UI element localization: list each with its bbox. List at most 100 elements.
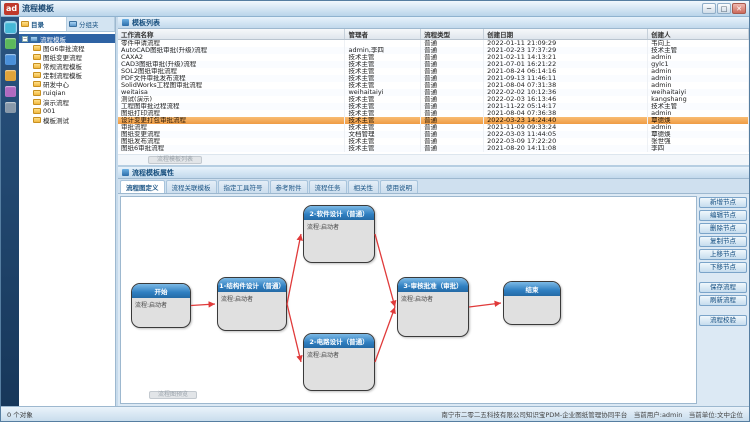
- column-header[interactable]: 管理者: [345, 29, 421, 40]
- home-icon[interactable]: [5, 22, 16, 33]
- tree-tab-label: 目录: [31, 19, 44, 29]
- side-button[interactable]: 新增节点: [699, 197, 747, 208]
- table-row[interactable]: weitaisaweihaitaiyi普通2022-02-02 10:12:36…: [118, 89, 749, 96]
- table-row[interactable]: CAXA2技术主管普通2021-02-11 14:13:21admin: [118, 54, 749, 61]
- table-cell: 普通: [421, 75, 484, 82]
- side-button[interactable]: 下移节点: [699, 262, 747, 273]
- table-row[interactable]: 图纸变更流程文档管理普通2022-03-03 11:44:05覃德焕: [118, 131, 749, 138]
- tree-item[interactable]: ruiqian: [19, 88, 115, 97]
- side-button[interactable]: 编辑节点: [699, 210, 747, 221]
- tree-item[interactable]: 图纸变更流程: [19, 52, 115, 61]
- mail-icon[interactable]: [5, 70, 16, 81]
- tree-item-label: 常规流程模板: [43, 61, 82, 70]
- flow-node-body: 流程:启动者: [132, 298, 190, 327]
- side-button[interactable]: 保存流程: [699, 282, 747, 293]
- folder-icon: [33, 54, 41, 60]
- table-cell: 普通: [421, 89, 484, 96]
- table-cell: 图纸发布流程: [118, 138, 345, 145]
- table-row[interactable]: CAD3图纸审批(升级)流程技术主管普通2021-07-01 16:21:22g…: [118, 61, 749, 68]
- table-cell: 技术主管: [345, 54, 421, 61]
- expander-icon[interactable]: −: [22, 36, 28, 42]
- table-row[interactable]: 工程图审批过程流程技术主管普通2021-11-22 05:14:17技术主管: [118, 103, 749, 110]
- tab-1[interactable]: 流程关联模板: [166, 180, 217, 193]
- table-body: 零件申请流程普通2022-01-11 21:09:29韦向上AutoCAD图纸审…: [118, 40, 749, 153]
- chart-icon[interactable]: [5, 54, 16, 65]
- tree-item[interactable]: 定制流程模板: [19, 70, 115, 79]
- tree-item[interactable]: 常规流程模板: [19, 61, 115, 70]
- column-header[interactable]: 流程类型: [421, 29, 484, 40]
- table-row[interactable]: PDF文件审批发布流程技术主管普通2021-09-13 11:46:11admi…: [118, 75, 749, 82]
- close-button[interactable]: ✕: [732, 3, 746, 14]
- tab-4[interactable]: 流程任务: [309, 180, 347, 193]
- app-window: ad 流程模板 ─ □ ✕ 目录 分组夹 − 流程模板图G6审批流程图纸变更流程常规…: [0, 0, 750, 422]
- table-cell: 审批流程: [118, 124, 345, 131]
- table-cell: 图纸打印流程: [118, 110, 345, 117]
- tree-item[interactable]: 研发中心: [19, 79, 115, 88]
- user-icon[interactable]: [5, 86, 16, 97]
- monitor-icon[interactable]: [5, 38, 16, 49]
- tab-0[interactable]: 流程图定义: [120, 180, 165, 193]
- tab-5[interactable]: 相关性: [348, 180, 380, 193]
- template-table: 工作流名称管理者流程类型创建日期创建人 零件申请流程普通2022-01-11 2…: [118, 29, 749, 152]
- table-row[interactable]: SOL2图纸审批流程技术主管普通2021-08-24 06:14:16admin: [118, 68, 749, 75]
- tab-2[interactable]: 指定工具符号: [218, 180, 269, 193]
- flow-node[interactable]: 开始流程:启动者: [131, 283, 191, 328]
- tree-tab-1[interactable]: 分组夹: [67, 17, 115, 31]
- column-header[interactable]: 工作流名称: [118, 29, 345, 40]
- side-button-group: 流程校验: [699, 315, 747, 326]
- table-row[interactable]: AutoCAD图纸审批(升级)流程admin,李四普通2021-02-23 17…: [118, 47, 749, 54]
- tree-item-label: 流程模板: [40, 34, 66, 43]
- table-cell: admin: [648, 68, 749, 75]
- tree-item[interactable]: 001: [19, 106, 115, 115]
- status-info: 南宁市二零二五科技有限公司知识宝PDM-企业图纸管理协同平台 当前用户:admi…: [43, 409, 743, 419]
- column-header[interactable]: 创建日期: [484, 29, 648, 40]
- table-cell: 2022-02-03 16:13:46: [484, 96, 648, 103]
- title-bar[interactable]: ad 流程模板 ─ □ ✕: [1, 1, 749, 17]
- table-cell: 2022-01-11 21:09:29: [484, 40, 648, 48]
- table-cell: 普通: [421, 131, 484, 138]
- side-button[interactable]: 刷新流程: [699, 295, 747, 306]
- flowchart-canvas[interactable]: 流程图预览 开始流程:启动者1-结构件设计（普通）流程:启动者2-软件设计（普通…: [120, 196, 697, 404]
- side-button[interactable]: 删除节点: [699, 223, 747, 234]
- table-cell: 2021-08-04 07:31:38: [484, 82, 648, 89]
- table-row[interactable]: 测试(演示)技术主管普通2022-02-03 16:13:46kangshang: [118, 96, 749, 103]
- table-row[interactable]: 图纸6审批流程技术主管普通2021-08-20 14:11:08李四: [118, 145, 749, 152]
- settings-icon[interactable]: [5, 102, 16, 113]
- tree-item[interactable]: 模板测试: [19, 115, 115, 124]
- table-cell: 普通: [421, 117, 484, 124]
- table-row[interactable]: 审批流程技术主管普通2021-11-09 09:33:24admin: [118, 124, 749, 131]
- table-cell: 测试(演示): [118, 96, 345, 103]
- table-row[interactable]: 设计变更打包审批流程技术主管普通2022-03-23 14:24:40覃德焕: [118, 117, 749, 124]
- tree-item[interactable]: 图G6审批流程: [19, 43, 115, 52]
- side-button[interactable]: 复制节点: [699, 236, 747, 247]
- table-row[interactable]: 零件申请流程普通2022-01-11 21:09:29韦向上: [118, 40, 749, 48]
- flow-node[interactable]: 2-电路设计（普通）流程:启动者: [303, 333, 375, 391]
- flow-node[interactable]: 结束: [503, 281, 561, 325]
- list-panel-icon: [122, 19, 129, 26]
- table-row[interactable]: 图纸发布流程技术主管普通2022-03-09 17:22:20张世强: [118, 138, 749, 145]
- side-button[interactable]: 上移节点: [699, 249, 747, 260]
- folder-icon: [33, 90, 41, 96]
- tree-tab-0[interactable]: 目录: [19, 17, 67, 31]
- folder-icon: [69, 21, 77, 27]
- side-button[interactable]: 流程校验: [699, 315, 747, 326]
- tree-item-root[interactable]: − 流程模板: [19, 34, 115, 43]
- table-row[interactable]: SolidWorks工程图审批流程技术主管普通2021-08-04 07:31:…: [118, 82, 749, 89]
- table-row[interactable]: 图纸打印流程技术主管普通2021-08-04 07:36:38admin: [118, 110, 749, 117]
- minimize-button[interactable]: ─: [702, 3, 716, 14]
- tree-item-label: 演示流程: [43, 97, 69, 106]
- flow-node[interactable]: 1-结构件设计（普通）流程:启动者: [217, 277, 287, 331]
- maximize-button[interactable]: □: [717, 3, 731, 14]
- tree-item[interactable]: 演示流程: [19, 97, 115, 106]
- table-cell: 普通: [421, 138, 484, 145]
- column-header[interactable]: 创建人: [648, 29, 749, 40]
- table-cell: 李四: [648, 145, 749, 152]
- flow-node[interactable]: 2-软件设计（普通）流程:启动者: [303, 205, 375, 263]
- table-cell: 2021-02-23 17:37:29: [484, 47, 648, 54]
- tab-6[interactable]: 使用说明: [380, 180, 418, 193]
- tab-3[interactable]: 参考附件: [270, 180, 308, 193]
- table-cell: 普通: [421, 40, 484, 48]
- flow-node[interactable]: 3-审核批准（审批）流程:启动者: [397, 277, 469, 337]
- flow-edge: [191, 304, 215, 306]
- icon-strip: [1, 17, 19, 406]
